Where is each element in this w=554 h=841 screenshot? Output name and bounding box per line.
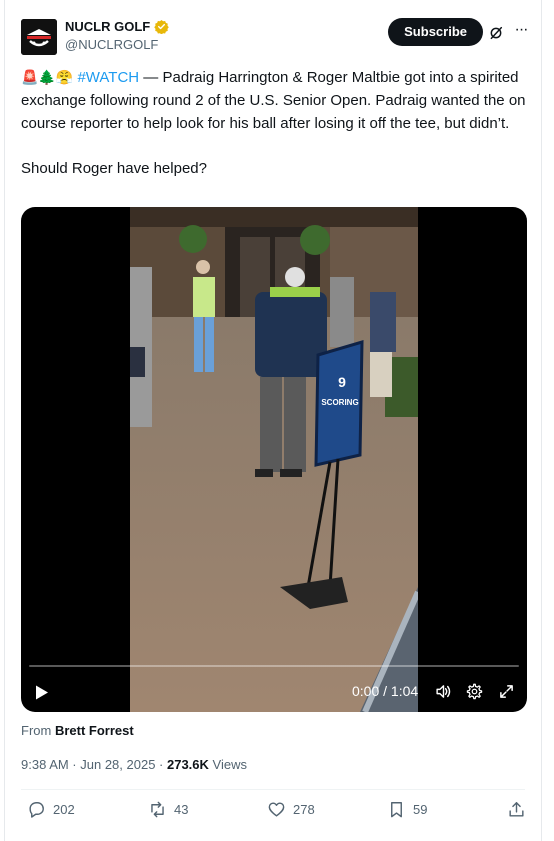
repost-icon <box>151 801 164 818</box>
timestamp-link[interactable]: 9:38 AM · Jun 28, 2025 · <box>21 757 167 772</box>
tweet-text: 🚨🌲😤 #WATCH — Padraig Harrington & Roger … <box>21 66 531 180</box>
subscribe-button[interactable]: Subscribe <box>388 18 483 46</box>
video-time: 0:00 / 1:04 <box>352 683 419 699</box>
source-prefix: From <box>21 723 55 738</box>
sign-number: 9 <box>338 374 346 390</box>
views-label: Views <box>208 757 247 772</box>
play-icon[interactable] <box>35 685 49 700</box>
share-button[interactable] <box>507 800 526 819</box>
account-info: NUCLR GOLF @NUCLRGOLF <box>65 19 169 52</box>
like-count: 278 <box>293 802 315 817</box>
bookmark-count: 59 <box>413 802 428 817</box>
bookmark-icon <box>391 802 402 818</box>
share-icon <box>509 802 524 817</box>
nuclr-logo-icon <box>21 19 57 55</box>
tweet-header: NUCLR GOLF @NUCLRGOLF Subscribe ··· <box>21 18 529 58</box>
grok-icon[interactable] <box>488 25 504 41</box>
video-progress-bar[interactable] <box>29 665 519 667</box>
handle[interactable]: @NUCLRGOLF <box>65 37 169 52</box>
views-count: 273.6K <box>166 757 209 772</box>
volume-icon[interactable] <box>435 683 452 700</box>
tweet-meta: 9:38 AM · Jun 28, 2025 · 273.6K Views <box>21 757 247 772</box>
person-left <box>130 267 152 427</box>
hashtag-link[interactable]: #WATCH <box>77 69 139 86</box>
more-options-icon[interactable]: ··· <box>513 22 529 40</box>
video-player[interactable]: 9 SCORING 0:00 / 1:04 <box>21 207 527 712</box>
repost-button[interactable]: 43 <box>148 800 188 819</box>
emoji-group: 🚨🌲😤 <box>21 69 74 85</box>
source-name-link[interactable]: Brett Forrest <box>55 723 134 738</box>
reply-icon <box>29 802 44 818</box>
display-name[interactable]: NUCLR GOLF <box>65 19 150 34</box>
bookmark-button[interactable]: 59 <box>387 800 427 819</box>
reply-button[interactable]: 202 <box>27 800 75 819</box>
action-bar: 202 43 278 59 <box>21 800 525 822</box>
reply-count: 202 <box>53 802 75 817</box>
avatar[interactable] <box>21 19 57 55</box>
repost-count: 43 <box>174 802 189 817</box>
tweet-question: Should Roger have helped? <box>21 160 207 177</box>
divider <box>21 789 525 790</box>
like-button[interactable]: 278 <box>267 800 315 819</box>
video-source: From Brett Forrest <box>21 723 134 738</box>
tweet-body: 🚨🌲😤 #WATCH — Padraig Harrington & Roger … <box>21 66 531 135</box>
settings-gear-icon[interactable] <box>466 683 483 700</box>
verified-badge-icon <box>154 19 169 34</box>
fullscreen-icon[interactable] <box>499 684 514 699</box>
video-frame: 9 SCORING <box>130 207 418 712</box>
tweet-card: NUCLR GOLF @NUCLRGOLF Subscribe ··· 🚨🌲😤 … <box>4 0 542 841</box>
sign-text: SCORING <box>321 398 358 407</box>
heart-icon <box>268 802 285 817</box>
